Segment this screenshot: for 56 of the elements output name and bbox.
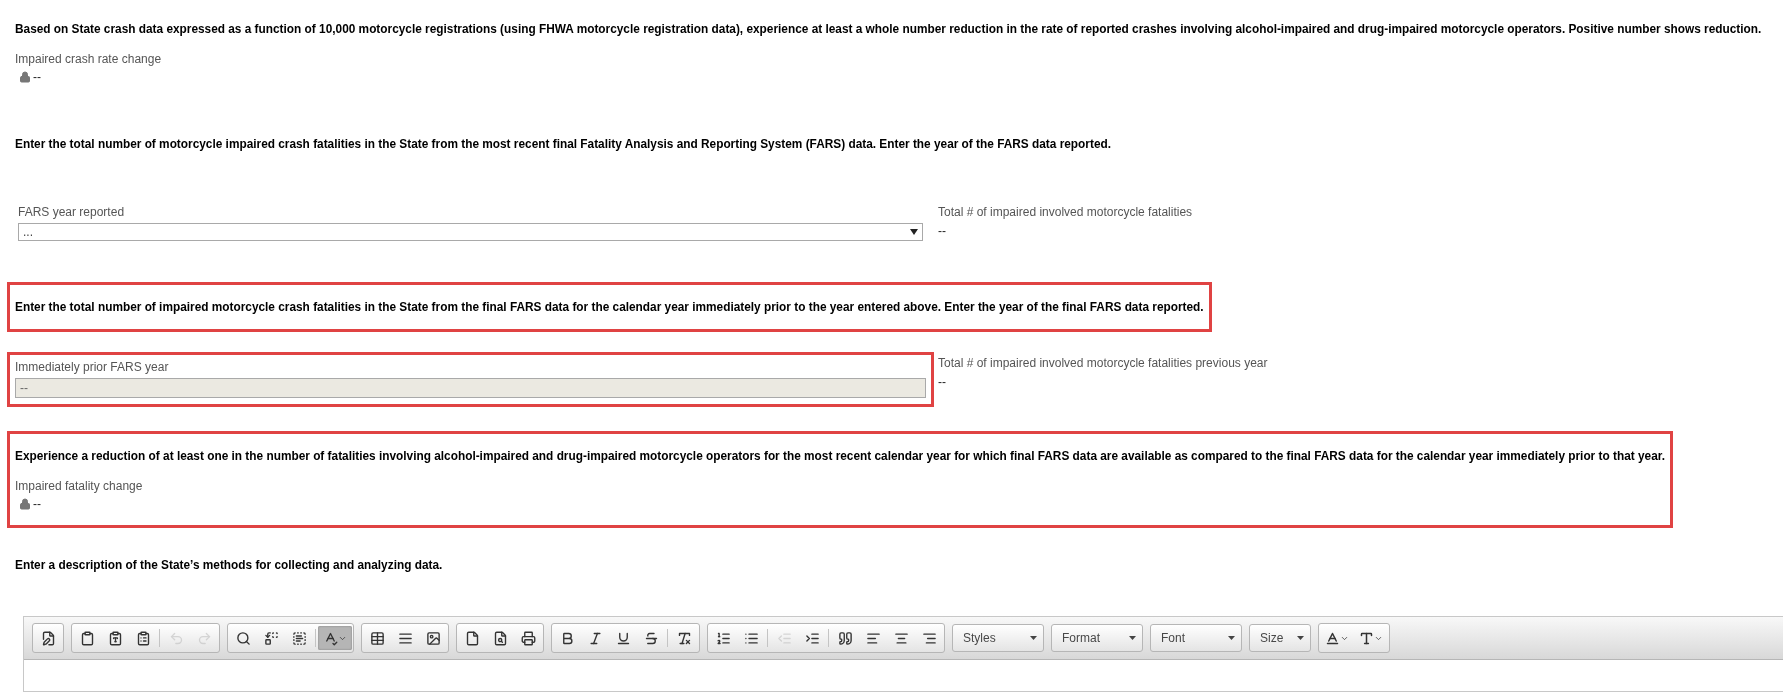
new-page-icon (464, 630, 480, 646)
undo-icon (168, 630, 184, 646)
caret-icon (1297, 636, 1304, 640)
align-center-icon (893, 630, 909, 646)
paste-icon (79, 630, 95, 646)
field-label: Impaired crash rate change (15, 51, 163, 67)
outdent-icon (776, 630, 792, 646)
field-value: -- (33, 70, 41, 84)
year-select[interactable]: ... (18, 223, 923, 241)
instruction-text: Enter the total number of motorcycle impaired crash fatalities in the State from the most recent final Fatality Analysis and Reporting System (FARS) data. Enter the year of the FARS data reported. (15, 136, 1111, 152)
text-color-icon (1325, 630, 1340, 646)
format-dropdown[interactable]: Font (1150, 624, 1242, 652)
field-label: Total # of impaired involved motorcycle fatalities (938, 204, 1193, 220)
bulleted-list-icon (743, 630, 759, 646)
indent-icon (804, 630, 820, 646)
strike-icon (643, 630, 659, 646)
field-label: FARS year reported (18, 204, 126, 220)
align-right-icon (921, 630, 937, 646)
table-icon (369, 630, 385, 646)
find-icon (235, 630, 251, 646)
image-icon (425, 630, 441, 646)
select-all-icon (291, 630, 307, 646)
italic-icon (587, 630, 603, 646)
dropdown-arrow-icon (910, 229, 918, 235)
field-value: -- (938, 375, 947, 389)
preview-icon (492, 630, 508, 646)
field-label: Immediately prior FARS year (15, 359, 170, 375)
caret-icon (1129, 636, 1136, 640)
lock-icon (19, 71, 31, 83)
field-value: -- (33, 497, 41, 511)
clear-format-icon (676, 630, 692, 646)
field-label: Total # of impaired involved motorcycle fatalities previous year (938, 355, 1268, 371)
underline-icon (615, 630, 631, 646)
format-dropdown[interactable]: Format (1051, 624, 1143, 652)
year-field: -- (15, 378, 926, 398)
format-dropdown[interactable]: Size (1249, 624, 1311, 652)
spellcheck-button[interactable] (318, 626, 352, 650)
format-dropdown[interactable]: Styles (952, 624, 1044, 652)
instruction-text: Based on State crash data expressed as a function of 10,000 motorcycle registrations (using FHWA motorcycle registration data), experience at least a whole number reduction in the rate of reported crashes involving alcohol-impaired and drug-impaired motorcycle operators. Positive number shows reduction. (15, 21, 1762, 37)
instruction-text: Experience a reduction of at least one in the number of fatalities involving alcohol-impaired and drug-impaired motorcycle operators for the most recent calendar year for which final FARS data are available as compared to the final FARS data for the calendar year immediately prior to that year. (15, 448, 1665, 464)
align-left-icon (865, 630, 881, 646)
redo-icon (196, 630, 212, 646)
instruction-text: Enter the total number of impaired motorcycle crash fatalities in the State from the final FARS data for the calendar year immediately prior to the year entered above. Enter the year of the final FARS data reported. (15, 299, 1204, 315)
field-label: Impaired fatality change (15, 478, 144, 494)
caret-icon (1030, 636, 1037, 640)
paste-word-icon (135, 630, 151, 646)
caret-icon (1228, 636, 1235, 640)
spellcheck-icon (323, 630, 338, 646)
print-icon (520, 630, 536, 646)
lock-icon (19, 498, 31, 510)
replace-icon (263, 630, 279, 646)
field-value: -- (938, 224, 947, 238)
paste-text-icon (107, 630, 123, 646)
quote-icon (837, 630, 853, 646)
numbered-list-icon (715, 630, 731, 646)
instruction-text: Enter a description of the State’s methods for collecting and analyzing data. (15, 557, 443, 573)
